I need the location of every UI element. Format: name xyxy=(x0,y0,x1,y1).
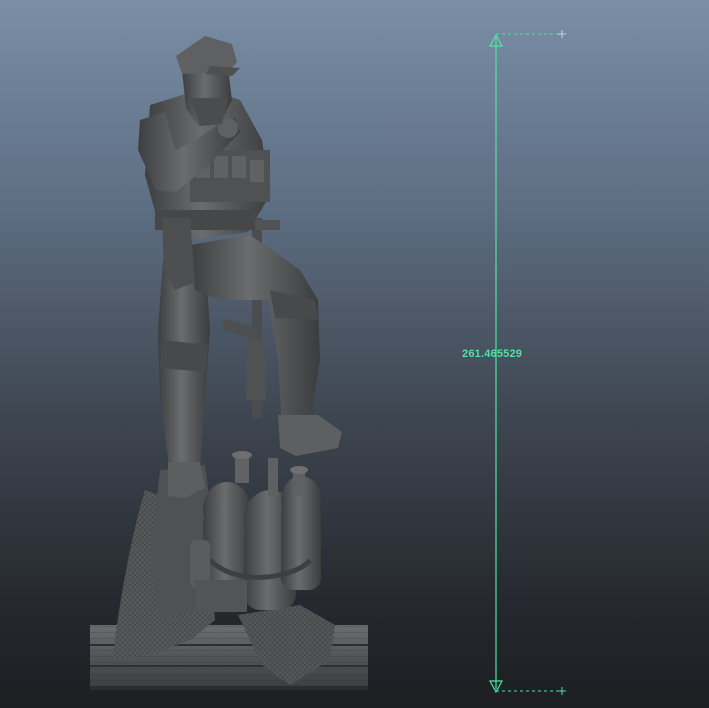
standing-leg xyxy=(158,258,210,498)
distance-value-label: 261.465529 xyxy=(462,348,523,360)
end-locator[interactable] xyxy=(558,687,566,695)
3d-viewport[interactable]: 261.465529 xyxy=(0,0,709,708)
soldier-statue-model[interactable] xyxy=(90,36,368,690)
cap xyxy=(176,36,240,76)
cross-locator-icon xyxy=(558,687,566,695)
distance-measure-tool[interactable] xyxy=(488,30,566,695)
gas-cylinders xyxy=(190,451,321,612)
start-locator[interactable] xyxy=(558,30,566,38)
cross-locator-icon xyxy=(558,30,566,38)
viewport-canvas[interactable] xyxy=(0,0,709,708)
